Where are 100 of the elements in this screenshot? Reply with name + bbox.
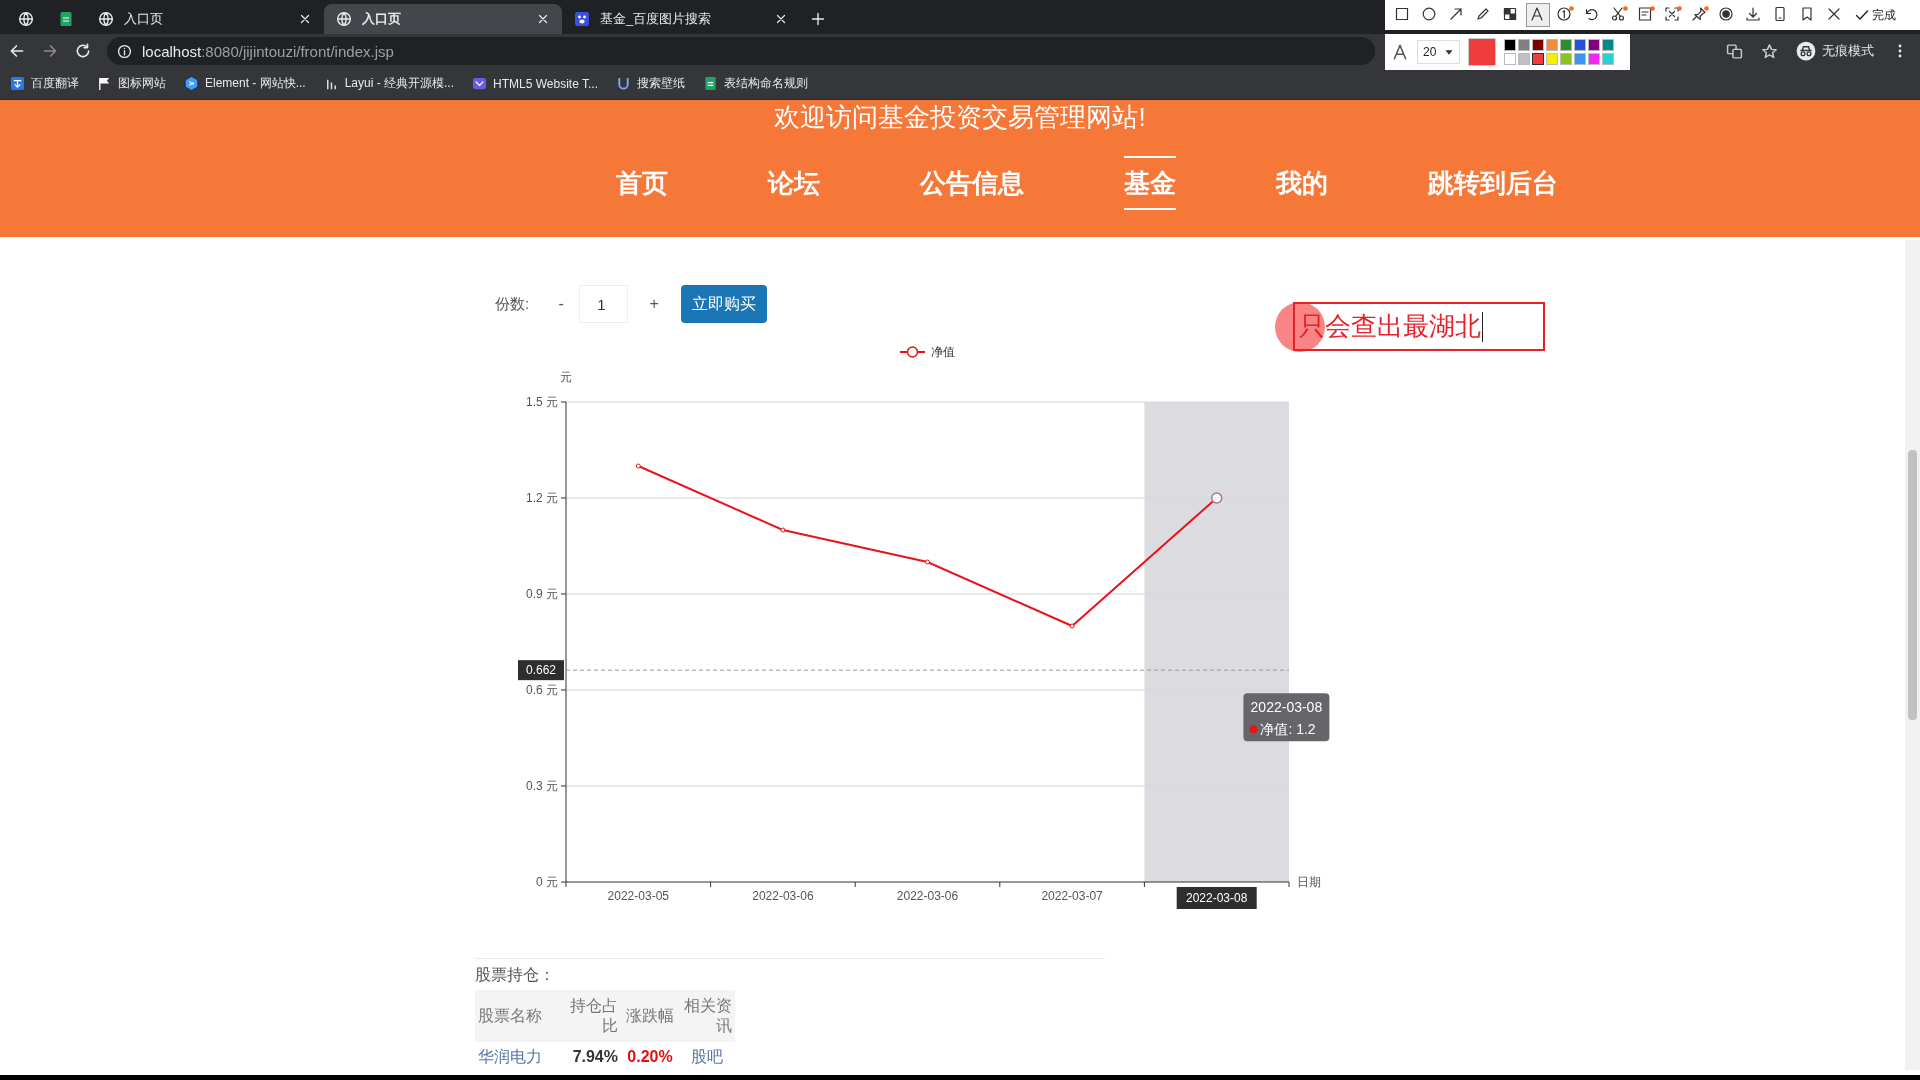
color-swatch[interactable] — [1588, 39, 1601, 51]
color-swatch[interactable] — [1546, 39, 1559, 51]
axis-label: 2022-03-08 — [1176, 887, 1257, 909]
color-swatch[interactable] — [1574, 53, 1587, 65]
color-swatch[interactable] — [1574, 39, 1587, 51]
hexagon-icon — [184, 76, 199, 91]
forum-link[interactable]: 股吧 — [679, 1042, 735, 1072]
color-swatch[interactable] — [1532, 39, 1545, 51]
axis-label: 0.9 元 — [526, 587, 558, 601]
legend-marker-icon — [899, 346, 926, 358]
axis-label: 2022-03-06 — [896, 889, 959, 903]
tooltip-text: 净值: 1.2 — [1260, 721, 1316, 738]
text-tool-icon[interactable] — [1526, 3, 1550, 27]
spreadsheet-icon — [58, 11, 74, 27]
translate-icon — [10, 76, 25, 91]
x-tick-label: 2022-03-08 — [1186, 891, 1248, 905]
bookmark-item[interactable]: Element - 网站快... — [184, 75, 306, 92]
data-point — [635, 463, 641, 469]
axis-label: 2022-03-06 — [752, 889, 814, 903]
axis-label: 2022-03-07 — [1041, 889, 1103, 903]
flag-icon — [97, 76, 112, 91]
color-swatch[interactable] — [1532, 53, 1545, 65]
star-icon[interactable] — [1761, 42, 1778, 60]
data-point — [1069, 623, 1075, 629]
column-header: 相关资讯 — [679, 990, 735, 1042]
quantity-field[interactable]: 1 — [579, 285, 629, 323]
font-size-select[interactable]: 20 — [1417, 40, 1461, 64]
bookmark-item[interactable]: 百度翻译 — [10, 75, 79, 92]
section-title: 股票持仓： — [475, 965, 556, 985]
quantity-label: 份数: — [495, 294, 530, 314]
browser-tab[interactable]: 入口页 — [324, 4, 562, 34]
address-bar[interactable]: localhost:8080/jijintouzi/front/index.jsp — [107, 37, 1375, 65]
close-icon[interactable] — [536, 12, 550, 26]
color-swatch[interactable] — [1560, 39, 1573, 51]
magnet-icon — [616, 76, 631, 91]
minus-button[interactable]: - — [549, 295, 574, 313]
color-swatch[interactable] — [1518, 39, 1531, 51]
tooltip-title: 2022-03-08 — [1250, 699, 1323, 716]
done-button[interactable]: 完成 — [1854, 6, 1896, 24]
plus-button[interactable]: + — [642, 295, 667, 313]
color-swatch[interactable] — [1504, 53, 1517, 65]
buy-button[interactable]: 立即购买 — [681, 285, 768, 323]
url-text: localhost:8080/jijintouzi/front/index.jsp — [142, 42, 394, 60]
browser-tab[interactable]: 基金_百度图片搜索 — [562, 4, 800, 34]
paw-icon — [574, 11, 590, 27]
series-dot — [1249, 725, 1258, 734]
globe-icon — [98, 11, 114, 27]
axis-label: 1.2 元 — [526, 491, 558, 505]
bookmark-item[interactable]: Layui - 经典开源模... — [323, 75, 455, 92]
annotation-text: 只会查出最湖北 — [1299, 310, 1481, 343]
plus-icon[interactable] — [810, 11, 826, 27]
axis-label: 0 元 — [536, 875, 558, 889]
app-icon — [472, 76, 488, 91]
color-swatch[interactable] — [1602, 39, 1615, 51]
info-icon[interactable] — [117, 43, 132, 59]
ref-line-label: 0.662 — [525, 663, 557, 678]
crosshair-label: 0.662 — [518, 660, 564, 681]
site-title: 欢迎访问基金投资交易管理网站! — [773, 103, 1147, 131]
color-swatch[interactable] — [1518, 53, 1531, 65]
column-header: 涨跌幅 — [621, 990, 679, 1042]
data-point — [780, 527, 786, 533]
forward-icon[interactable] — [41, 42, 59, 60]
cursor-highlight — [1275, 302, 1325, 352]
font-size-icon — [1391, 43, 1409, 61]
incognito-icon — [1796, 41, 1816, 61]
color-swatch[interactable] — [1560, 53, 1573, 65]
profile-button[interactable]: 无痕模式 — [1796, 41, 1874, 61]
axis-label: 2022-03-05 — [607, 889, 669, 903]
axis-label: 0.6 元 — [526, 683, 558, 697]
globe-icon — [18, 11, 34, 27]
legend-label: 净值 — [931, 345, 955, 359]
bookmark-item[interactable]: 表结构命名规则 — [703, 75, 808, 92]
stock-link[interactable]: 华润电力 — [475, 1042, 565, 1072]
axis-label: 1.5 元 — [526, 395, 558, 409]
reload-icon[interactable] — [74, 42, 92, 60]
color-swatch[interactable] — [1504, 39, 1517, 51]
scrollbar-thumb[interactable] — [1908, 450, 1917, 720]
color-swatch[interactable] — [1588, 53, 1601, 65]
browser-tab[interactable]: 入口页 — [86, 4, 324, 34]
back-icon[interactable] — [8, 42, 26, 60]
axis-label: 0.3 元 — [526, 779, 558, 793]
data-point — [1210, 492, 1223, 504]
spreadsheet-icon — [703, 76, 718, 91]
color-swatch[interactable] — [1602, 53, 1615, 65]
annotation-text-box[interactable]: 只会查出最湖北 — [1293, 302, 1545, 351]
color-swatch[interactable] — [1546, 53, 1559, 65]
close-icon[interactable] — [774, 12, 788, 26]
bookmark-item[interactable]: 图标网站 — [97, 75, 166, 92]
header-cell: 股票名称 — [475, 990, 565, 1042]
bookmark-item[interactable]: 搜索壁纸 — [616, 75, 685, 92]
current-color-swatch[interactable] — [1468, 38, 1497, 66]
scrollbar[interactable] — [1905, 240, 1920, 1070]
text-cursor — [1482, 311, 1483, 342]
data-point — [925, 559, 930, 565]
column-header: 持仓占比 — [565, 990, 621, 1042]
close-icon[interactable] — [298, 12, 312, 26]
translate-page-icon[interactable] — [1726, 42, 1743, 60]
table-cell: 0.20% — [621, 1042, 679, 1072]
bookmark-item[interactable]: HTML5 Website T... — [472, 76, 598, 91]
axis-title: 日期 — [1297, 875, 1321, 889]
